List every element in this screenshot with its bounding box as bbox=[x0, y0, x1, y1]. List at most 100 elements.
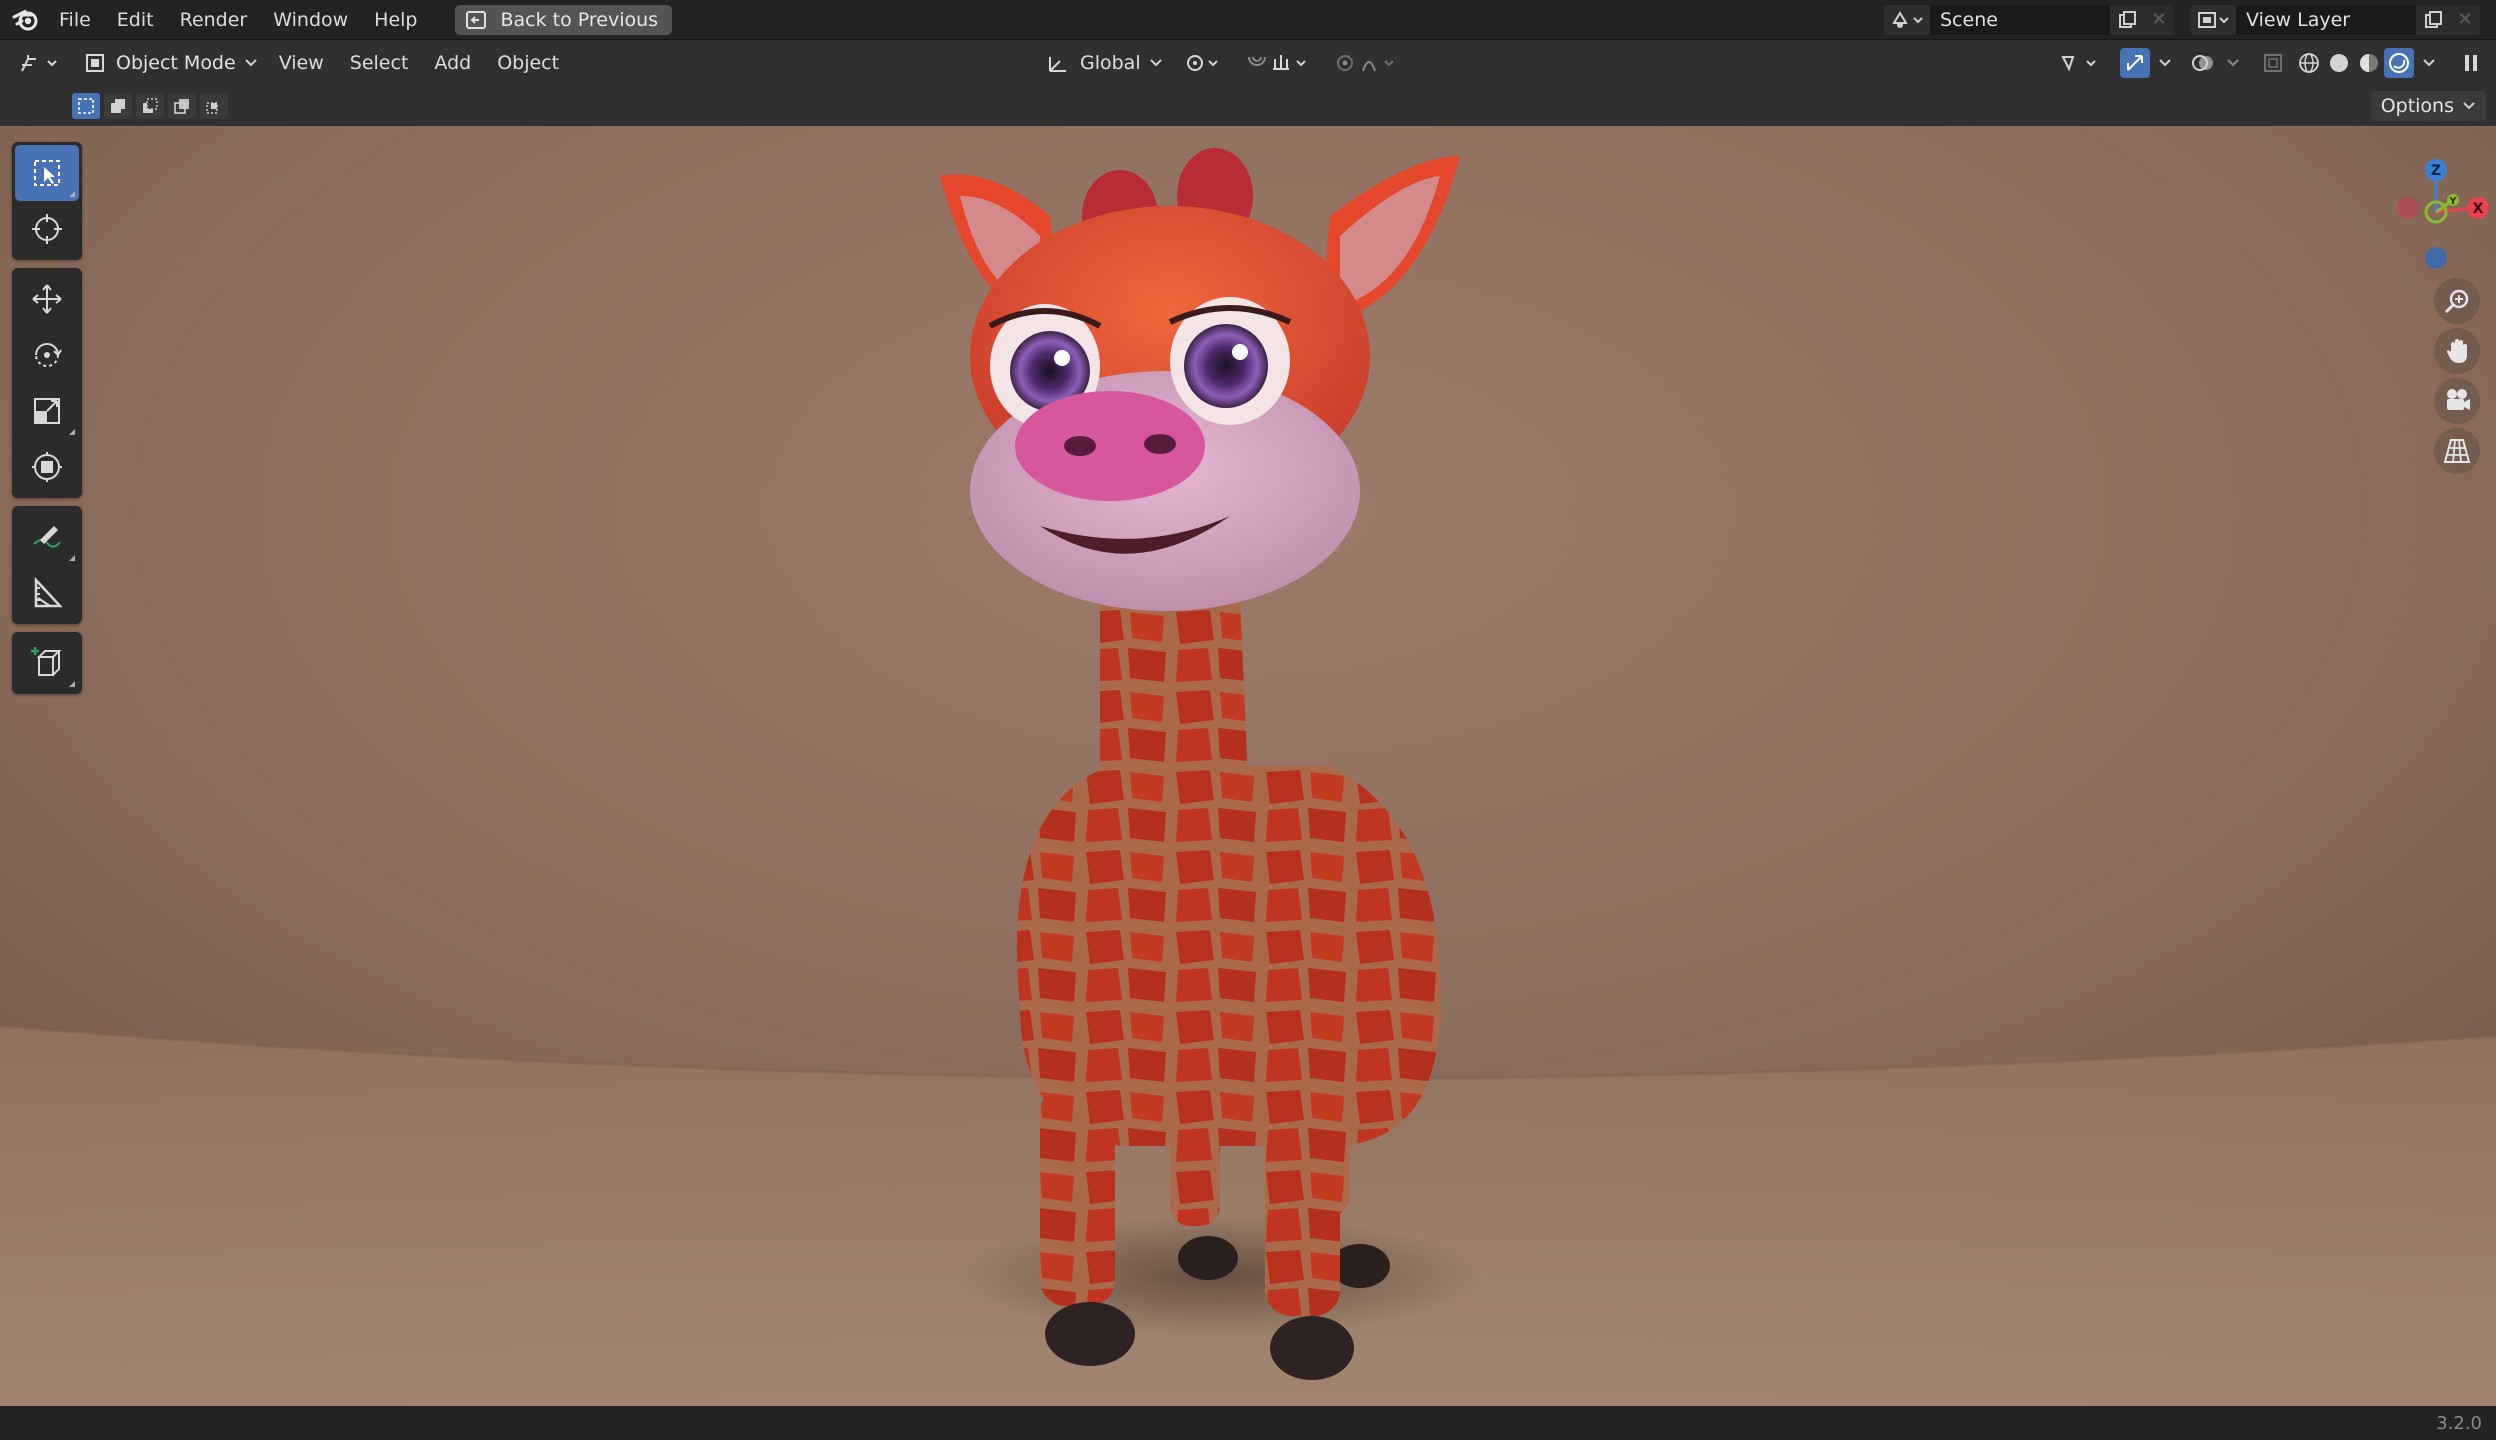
material-shading-button[interactable] bbox=[2354, 48, 2384, 78]
measure-tool[interactable] bbox=[15, 565, 79, 621]
transform-tool[interactable] bbox=[15, 439, 79, 495]
menu-view[interactable]: View bbox=[266, 52, 337, 74]
pivot-icon bbox=[1186, 55, 1218, 71]
magnet-icon bbox=[1247, 55, 1306, 70]
cursor-tool[interactable] bbox=[15, 201, 79, 257]
perspective-toggle-button[interactable] bbox=[2434, 428, 2480, 474]
top-bar: File Edit Render Window Help Back to Pre… bbox=[0, 0, 2496, 40]
wireframe-shading-button[interactable] bbox=[2294, 48, 2324, 78]
pan-button[interactable] bbox=[2434, 328, 2480, 374]
menu-add[interactable]: Add bbox=[421, 52, 484, 74]
object-mode-icon bbox=[84, 52, 106, 74]
selectability-icon bbox=[2061, 56, 2096, 72]
overlays-dropdown[interactable] bbox=[2218, 48, 2248, 78]
scene-browse-button[interactable] bbox=[1884, 4, 1930, 35]
chevron-down-icon bbox=[1149, 58, 1163, 68]
menu-help[interactable]: Help bbox=[361, 0, 430, 40]
sidebar-expand-arrow[interactable]: ‹ bbox=[2486, 280, 2492, 299]
orientation-label: Global bbox=[1080, 52, 1141, 74]
select-subtract-button[interactable] bbox=[136, 93, 164, 119]
duplicate-icon bbox=[2119, 10, 2136, 28]
blender-logo-icon[interactable] bbox=[6, 0, 46, 40]
tool-group-annotate bbox=[12, 506, 82, 624]
scene-icon bbox=[1892, 10, 1923, 28]
zoom-button[interactable] bbox=[2434, 278, 2480, 324]
tool-variant-indicator bbox=[69, 555, 75, 561]
grid-icon bbox=[2443, 439, 2471, 463]
snapping-toggle[interactable] bbox=[1243, 51, 1315, 75]
new-view-layer-button[interactable] bbox=[2416, 4, 2450, 35]
select-intersect-button[interactable] bbox=[200, 93, 228, 119]
add-cube-tool[interactable] bbox=[15, 635, 79, 691]
menu-render[interactable]: Render bbox=[167, 0, 261, 40]
proportional-editing-toggle[interactable] bbox=[1335, 51, 1411, 75]
menu-select[interactable]: Select bbox=[337, 52, 422, 74]
menu-edit[interactable]: Edit bbox=[104, 0, 167, 40]
x-axis-label: X bbox=[2473, 201, 2484, 217]
editor-type-button[interactable] bbox=[10, 46, 70, 80]
select-box-icon bbox=[34, 160, 60, 186]
delete-scene-button[interactable]: ✕ bbox=[2144, 4, 2174, 35]
select-extend-button[interactable] bbox=[104, 93, 132, 119]
x-negative-handle[interactable] bbox=[2397, 197, 2419, 219]
move-icon bbox=[32, 284, 62, 314]
chevron-down-icon bbox=[244, 58, 258, 68]
tool-group-add bbox=[12, 632, 82, 694]
status-bar: 3.2.0 bbox=[0, 1406, 2496, 1440]
select-invert-icon bbox=[174, 99, 189, 114]
menu-window[interactable]: Window bbox=[260, 0, 361, 40]
mode-dropdown[interactable]: Object Mode bbox=[76, 47, 266, 79]
xray-toggle[interactable] bbox=[2258, 48, 2288, 78]
overlays-toggle[interactable] bbox=[2188, 48, 2218, 78]
select-invert-button[interactable] bbox=[168, 93, 196, 119]
duplicate-icon bbox=[2425, 10, 2442, 28]
annotate-tool[interactable] bbox=[15, 509, 79, 565]
3d-viewport[interactable]: ‹ bbox=[0, 126, 2496, 1406]
shading-dropdown[interactable] bbox=[2414, 48, 2444, 78]
view-layer-name-field[interactable]: View Layer bbox=[2236, 4, 2416, 35]
overlays-icon bbox=[2192, 55, 2213, 71]
navigation-gizmo[interactable]: Z X Y bbox=[2346, 140, 2496, 280]
camera-view-button[interactable] bbox=[2434, 378, 2480, 424]
zoom-icon bbox=[2444, 289, 2469, 314]
y-axis-label: Y bbox=[2448, 196, 2457, 207]
new-scene-button[interactable] bbox=[2110, 4, 2144, 35]
gizmo-dropdown[interactable] bbox=[2150, 48, 2180, 78]
select-subtract-icon bbox=[143, 98, 158, 113]
rotate-tool[interactable] bbox=[15, 327, 79, 383]
tool-group-transform bbox=[12, 268, 82, 498]
back-to-previous-button[interactable]: Back to Previous bbox=[454, 4, 673, 35]
scale-tool[interactable] bbox=[15, 383, 79, 439]
cursor-icon bbox=[32, 214, 62, 244]
measure-ruler-icon bbox=[34, 576, 63, 608]
options-dropdown[interactable]: Options bbox=[2370, 91, 2486, 121]
solid-shading-button[interactable] bbox=[2324, 48, 2354, 78]
move-tool[interactable] bbox=[15, 271, 79, 327]
select-box-tool[interactable] bbox=[15, 145, 79, 201]
chevron-down-icon bbox=[2423, 59, 2435, 67]
transform-orientation-dropdown[interactable]: Global bbox=[1044, 51, 1163, 75]
mode-label: Object Mode bbox=[116, 52, 236, 74]
pivot-point-dropdown[interactable] bbox=[1183, 51, 1223, 75]
close-icon: ✕ bbox=[2151, 9, 2167, 30]
tool-variant-indicator bbox=[69, 429, 75, 435]
close-icon: ✕ bbox=[2457, 9, 2473, 30]
version-label: 3.2.0 bbox=[2436, 1413, 2482, 1434]
back-arrow-icon bbox=[465, 10, 487, 30]
pause-render-button[interactable] bbox=[2456, 48, 2486, 78]
delete-view-layer-button[interactable]: ✕ bbox=[2450, 4, 2480, 35]
view-layer-browse-button[interactable] bbox=[2190, 4, 2236, 35]
scene-selector: Scene ✕ bbox=[1884, 4, 2174, 35]
rendered-shading-button[interactable] bbox=[2384, 48, 2414, 78]
select-new-button[interactable] bbox=[72, 93, 100, 119]
gizmo-toggle[interactable] bbox=[2120, 48, 2150, 78]
scene-name-field[interactable]: Scene bbox=[1930, 4, 2110, 35]
view-layer-selector: View Layer ✕ bbox=[2190, 4, 2480, 35]
z-negative-handle[interactable] bbox=[2425, 247, 2447, 269]
select-new-icon bbox=[78, 98, 94, 114]
menu-file[interactable]: File bbox=[46, 0, 104, 40]
visibility-dropdown[interactable] bbox=[2056, 48, 2106, 78]
selection-mode-group bbox=[72, 93, 232, 119]
rendered-scene bbox=[0, 126, 2496, 1406]
menu-object[interactable]: Object bbox=[484, 52, 572, 74]
